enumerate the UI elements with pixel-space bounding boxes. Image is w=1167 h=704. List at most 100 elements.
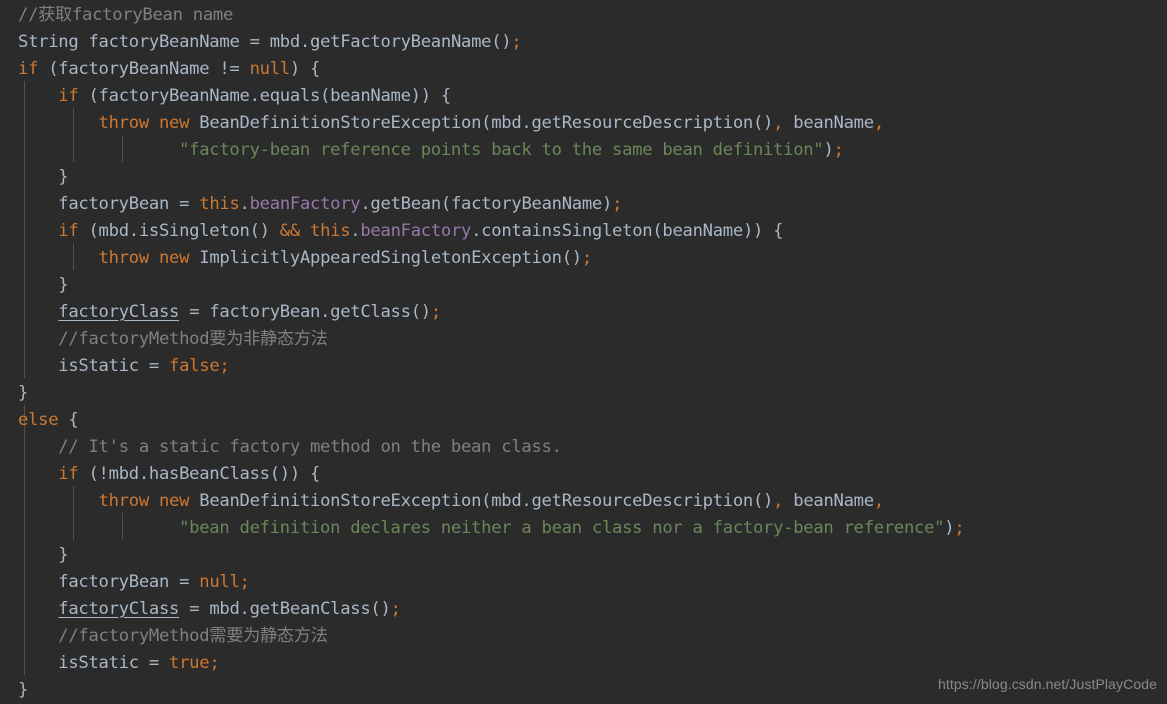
code-token: ) <box>823 140 834 160</box>
operator-token: = <box>148 356 159 376</box>
string-literal: "factory-bean reference points back to t… <box>179 140 824 160</box>
code-line: else { <box>18 407 1167 434</box>
punctuation-token: ; <box>581 248 592 268</box>
punctuation-token: ; <box>511 32 522 52</box>
code-line: if (factoryBeanName.equals(beanName)) { <box>18 83 1167 110</box>
punctuation-token: , <box>873 491 884 511</box>
code-token: (!mbd.hasBeanClass()) { <box>78 464 321 484</box>
comment-token: //factoryMethod需要为静态方法 <box>58 626 328 646</box>
operator-token: = <box>179 572 190 592</box>
code-line: throw new BeanDefinitionStoreException(m… <box>18 488 1167 515</box>
code-token: beanName <box>783 491 874 511</box>
keyword-throw: throw <box>98 113 150 133</box>
code-token: .containsSingleton(beanName)) { <box>471 221 784 241</box>
operator-token: = <box>189 302 200 322</box>
code-token: factoryBean <box>18 194 180 214</box>
code-line: //获取factoryBean name <box>18 2 1167 29</box>
operator-token: && <box>279 221 300 241</box>
code-token: } <box>18 167 69 187</box>
code-line: //factoryMethod要为非静态方法 <box>18 326 1167 353</box>
keyword-if: if <box>58 86 79 106</box>
code-line: if (!mbd.hasBeanClass()) { <box>18 461 1167 488</box>
code-token: BeanDefinitionStoreException(mbd.getReso… <box>189 113 774 133</box>
code-line: } <box>18 380 1167 407</box>
punctuation-token: , <box>773 491 784 511</box>
static-field-token: factoryClass <box>58 599 180 619</box>
keyword-this: this <box>199 194 240 214</box>
code-line: if (factoryBeanName != null) { <box>18 56 1167 83</box>
code-token: } <box>18 545 69 565</box>
code-token: mbd.getFactoryBeanName() <box>259 32 512 52</box>
code-token: ImplicitlyAppearedSingletonException() <box>189 248 582 268</box>
code-token: factoryBean.getClass() <box>199 302 431 322</box>
code-token: { <box>58 410 79 430</box>
punctuation-token: ; <box>209 653 220 673</box>
code-line: "factory-bean reference points back to t… <box>18 137 1167 164</box>
operator-token: = <box>189 599 200 619</box>
punctuation-token: ; <box>239 572 250 592</box>
code-token: beanName <box>783 113 874 133</box>
field-token: beanFactory <box>249 194 361 214</box>
code-token: ) { <box>289 59 321 79</box>
operator-token: = <box>249 32 260 52</box>
static-field-token: factoryClass <box>58 302 180 322</box>
keyword-if: if <box>58 464 79 484</box>
code-token: factoryBean <box>18 572 180 592</box>
code-line: //factoryMethod需要为静态方法 <box>18 623 1167 650</box>
code-token: mbd.getBeanClass() <box>199 599 391 619</box>
code-token: isStatic <box>18 356 149 376</box>
code-line: String factoryBeanName = mbd.getFactoryB… <box>18 29 1167 56</box>
code-line: throw new ImplicitlyAppearedSingletonExc… <box>18 245 1167 272</box>
punctuation-token: ; <box>612 194 623 214</box>
code-editor-pane[interactable]: //获取factoryBean name String factoryBeanNa… <box>0 0 1167 700</box>
source-code-block[interactable]: //获取factoryBean name String factoryBeanNa… <box>0 2 1167 704</box>
operator-token: = <box>148 653 159 673</box>
punctuation-token: ; <box>219 356 230 376</box>
keyword-null: null <box>199 572 240 592</box>
code-token: .getBean(factoryBeanName) <box>360 194 613 214</box>
code-token: BeanDefinitionStoreException(mbd.getReso… <box>189 491 774 511</box>
code-line: factoryBean = null; <box>18 569 1167 596</box>
code-line: throw new BeanDefinitionStoreException(m… <box>18 110 1167 137</box>
code-token: factoryBeanName <box>78 32 250 52</box>
code-token: ) <box>944 518 955 538</box>
code-token: } <box>18 680 29 700</box>
punctuation-token: , <box>873 113 884 133</box>
keyword-if: if <box>58 221 79 241</box>
keyword-true: true <box>169 653 210 673</box>
code-line: } <box>18 164 1167 191</box>
field-token: beanFactory <box>360 221 472 241</box>
code-line: // It's a static factory method on the b… <box>18 434 1167 461</box>
keyword-throw: throw <box>98 248 150 268</box>
code-token: } <box>18 275 69 295</box>
code-token: . <box>350 221 361 241</box>
punctuation-token: ; <box>954 518 965 538</box>
keyword-if: if <box>18 59 39 79</box>
code-line: } <box>18 542 1167 569</box>
code-line: if (mbd.isSingleton() && this.beanFactor… <box>18 218 1167 245</box>
code-line: isStatic = true; <box>18 650 1167 677</box>
punctuation-token: ; <box>833 140 844 160</box>
punctuation-token: ; <box>430 302 441 322</box>
punctuation-token: ; <box>390 599 401 619</box>
code-line: factoryClass = factoryBean.getClass(); <box>18 299 1167 326</box>
